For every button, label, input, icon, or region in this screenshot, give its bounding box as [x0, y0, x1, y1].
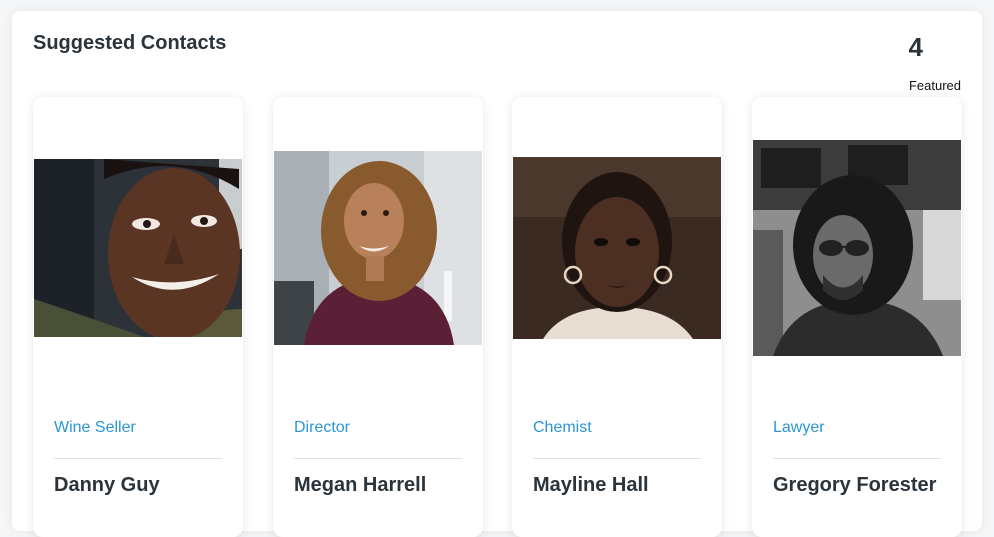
contact-card[interactable]: Chemist Mayline Hall — [512, 97, 722, 537]
contact-name[interactable]: Megan Harrell — [294, 474, 426, 497]
featured-label: Featured — [908, 78, 961, 93]
featured-count: 4 — [908, 32, 923, 62]
contact-name[interactable]: Gregory Forester — [773, 474, 936, 497]
contact-photo — [753, 140, 961, 356]
panel-title: Suggested Contacts — [33, 32, 227, 54]
contact-name[interactable]: Danny Guy — [54, 474, 160, 497]
contact-card[interactable]: Lawyer Gregory Forester — [752, 97, 962, 537]
contact-role: Chemist — [533, 419, 592, 436]
contact-photo — [34, 159, 242, 337]
contact-name[interactable]: Mayline Hall — [533, 474, 649, 497]
contact-role: Wine Seller — [54, 419, 136, 436]
contact-photo — [274, 151, 482, 345]
contact-card[interactable]: Director Megan Harrell — [273, 97, 483, 537]
contact-role: Lawyer — [773, 419, 825, 436]
card-divider — [54, 458, 222, 459]
contact-photo — [513, 157, 721, 339]
card-divider — [294, 458, 462, 459]
contact-card[interactable]: Wine Seller Danny Guy — [33, 97, 243, 537]
contact-role: Director — [294, 419, 351, 436]
card-divider — [533, 458, 701, 459]
featured-stat: 4 Featured — [881, 32, 961, 93]
card-divider — [773, 458, 941, 459]
suggested-contacts-panel: Suggested Contacts 4 Featured Wine Selle… — [12, 11, 982, 537]
